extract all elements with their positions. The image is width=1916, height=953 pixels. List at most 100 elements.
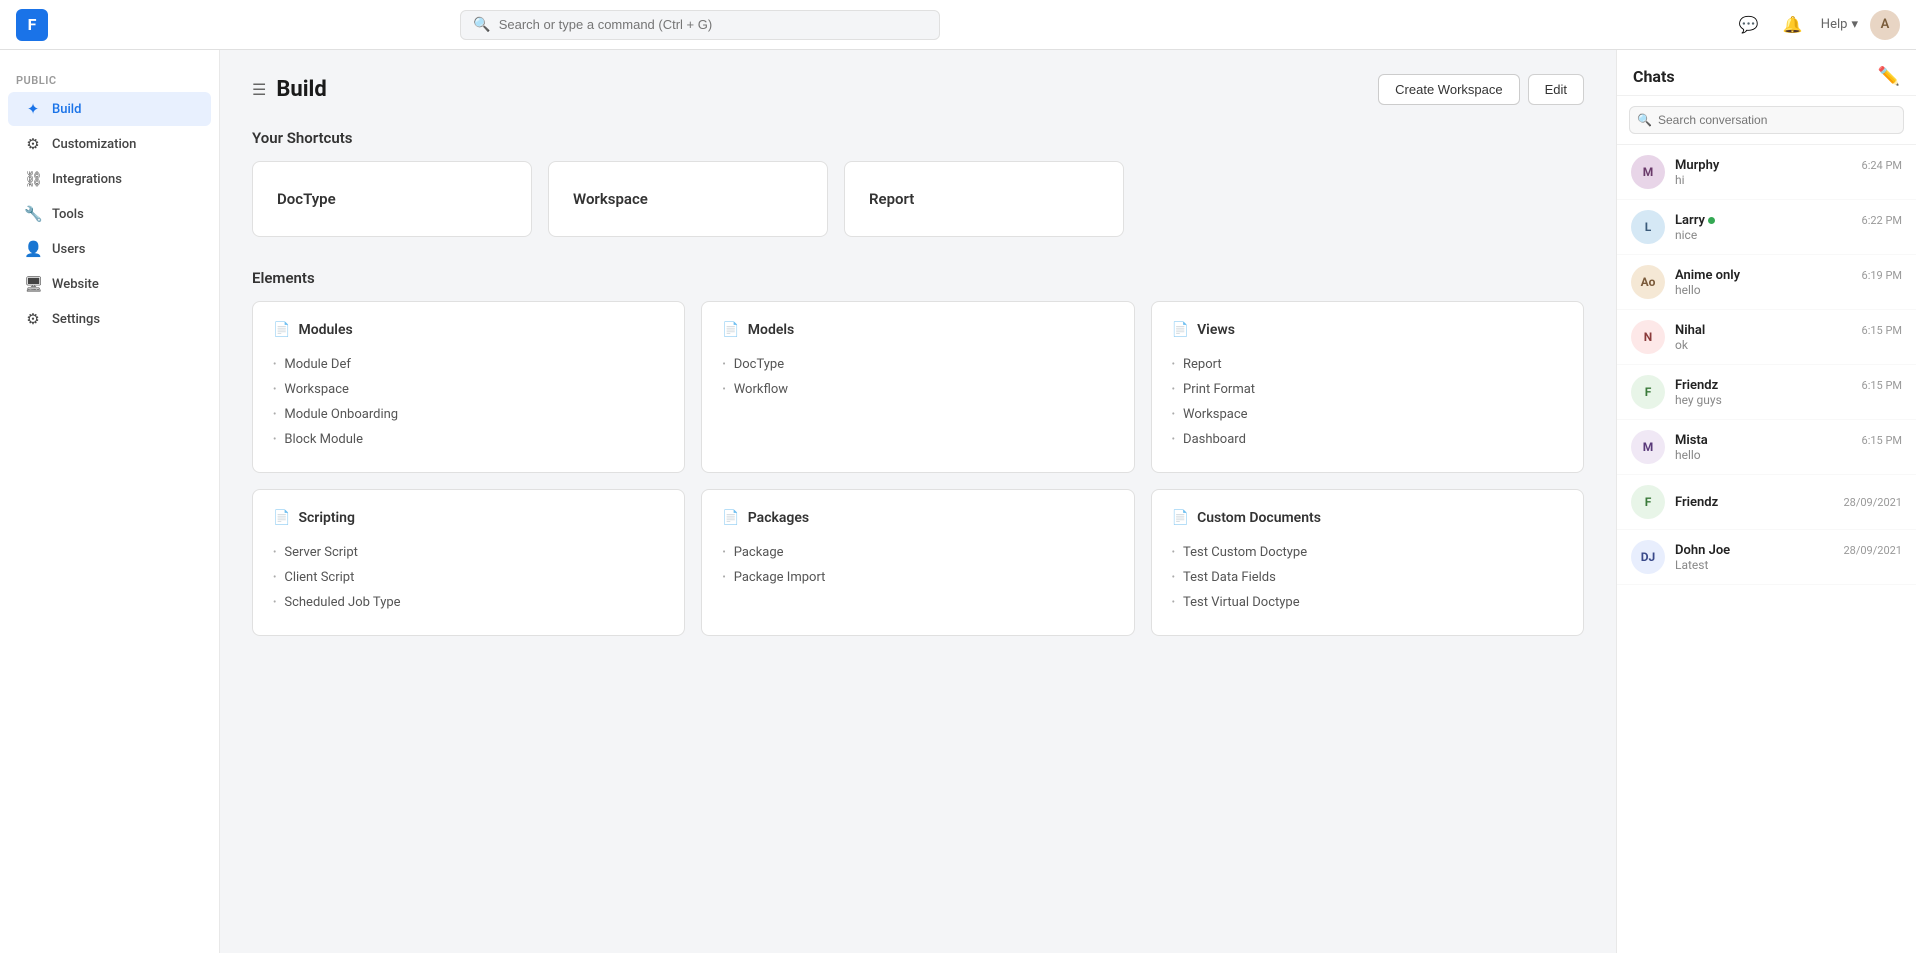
element-list-models: DocTypeWorkflow xyxy=(722,352,1113,402)
chats-search-input[interactable] xyxy=(1629,106,1904,134)
chat-time-friendz2: 28/09/2021 xyxy=(1843,496,1902,509)
chat-avatar-friendz1: F xyxy=(1631,375,1665,409)
settings-icon: ⚙ xyxy=(24,310,42,328)
sidebar-item-users[interactable]: 👤Users xyxy=(8,232,211,266)
chat-avatar-mista: M xyxy=(1631,430,1665,464)
chat-item-nihal[interactable]: NNihal6:15 PMok xyxy=(1617,310,1916,365)
chat-name-mista: Mista xyxy=(1675,433,1708,448)
list-item[interactable]: DocType xyxy=(722,352,1113,377)
search-bar[interactable]: 🔍 xyxy=(460,10,940,40)
element-icon-models: 📄 xyxy=(722,322,739,338)
chats-title: Chats xyxy=(1633,67,1675,86)
help-menu[interactable]: Help ▾ xyxy=(1821,17,1858,32)
new-chat-icon[interactable]: ✏️ xyxy=(1878,66,1900,87)
chats-search-wrap: 🔍 xyxy=(1629,106,1904,134)
chat-item-anime-only[interactable]: AoAnime only6:19 PMhello xyxy=(1617,255,1916,310)
list-item[interactable]: Workspace xyxy=(273,377,664,402)
sidebar-label-build: Build xyxy=(52,102,81,117)
chat-time-nihal: 6:15 PM xyxy=(1862,324,1902,337)
chat-item-larry[interactable]: LLarry6:22 PMnice xyxy=(1617,200,1916,255)
list-item[interactable]: Print Format xyxy=(1172,377,1563,402)
list-item[interactable]: Package Import xyxy=(722,565,1113,590)
comment-icon[interactable]: 💬 xyxy=(1733,9,1765,41)
sidebar-item-customization[interactable]: ⚙Customization xyxy=(8,127,211,161)
chat-name-anime-only: Anime only xyxy=(1675,268,1740,283)
chat-info-dohn-joe: Dohn Joe28/09/2021Latest xyxy=(1675,543,1902,572)
search-input[interactable] xyxy=(499,17,928,32)
list-item[interactable]: Test Data Fields xyxy=(1172,565,1563,590)
list-item[interactable]: Workflow xyxy=(722,377,1113,402)
element-icon-packages: 📄 xyxy=(722,510,739,526)
sidebar-item-build[interactable]: ✦Build xyxy=(8,92,211,126)
sidebar-item-integrations[interactable]: ⛓Integrations xyxy=(8,162,211,196)
customization-icon: ⚙ xyxy=(24,135,42,153)
layout: PUBLIC ✦Build⚙Customization⛓Integrations… xyxy=(0,50,1916,953)
list-item[interactable]: Module Def xyxy=(273,352,664,377)
list-item[interactable]: Client Script xyxy=(273,565,664,590)
list-item[interactable]: Server Script xyxy=(273,540,664,565)
chat-name-friendz2: Friendz xyxy=(1675,495,1718,510)
list-item[interactable]: Package xyxy=(722,540,1113,565)
list-item[interactable]: Test Custom Doctype xyxy=(1172,540,1563,565)
page-title: Build xyxy=(276,77,326,102)
shortcut-card-workspace[interactable]: Workspace xyxy=(548,161,828,237)
notification-icon[interactable]: 🔔 xyxy=(1777,9,1809,41)
chat-info-nihal: Nihal6:15 PMok xyxy=(1675,323,1902,352)
app-logo[interactable]: F xyxy=(16,9,48,41)
element-list-scripting: Server ScriptClient ScriptScheduled Job … xyxy=(273,540,664,615)
website-icon: 🖥 xyxy=(24,275,42,293)
chat-preview-nihal: ok xyxy=(1675,338,1902,352)
chevron-down-icon: ▾ xyxy=(1851,17,1858,32)
main-content: ☰ Build Create Workspace Edit Your Short… xyxy=(220,50,1616,953)
chat-list: MMurphy6:24 PMhiLLarry6:22 PMniceAoAnime… xyxy=(1617,145,1916,953)
user-avatar[interactable]: A xyxy=(1870,10,1900,40)
sidebar-item-tools[interactable]: 🔧 Tools xyxy=(8,197,211,231)
online-indicator-larry xyxy=(1708,217,1715,224)
element-card-models: 📄ModelsDocTypeWorkflow xyxy=(701,301,1134,473)
chat-item-friendz2[interactable]: FFriendz28/09/2021 xyxy=(1617,475,1916,530)
edit-button[interactable]: Edit xyxy=(1528,74,1584,105)
help-label: Help xyxy=(1821,17,1848,32)
chat-time-larry: 6:22 PM xyxy=(1862,214,1902,227)
chat-name-friendz1: Friendz xyxy=(1675,378,1718,393)
element-title-custom-documents: Custom Documents xyxy=(1197,510,1321,526)
chat-item-mista[interactable]: MMista6:15 PMhello xyxy=(1617,420,1916,475)
chat-preview-mista: hello xyxy=(1675,448,1902,462)
sidebar-item-settings[interactable]: ⚙ Settings xyxy=(8,302,211,336)
shortcuts-section-title: Your Shortcuts xyxy=(252,129,1584,147)
sidebar-label-settings: Settings xyxy=(52,312,100,327)
hamburger-icon[interactable]: ☰ xyxy=(252,80,266,99)
element-list-modules: Module DefWorkspaceModule OnboardingBloc… xyxy=(273,352,664,452)
chat-time-friendz1: 6:15 PM xyxy=(1862,379,1902,392)
list-item[interactable]: Test Virtual Doctype xyxy=(1172,590,1563,615)
chats-panel: Chats ✏️ 🔍 MMurphy6:24 PMhiLLarry6:22 PM… xyxy=(1616,50,1916,953)
list-item[interactable]: Block Module xyxy=(273,427,664,452)
topnav-right: 💬 🔔 Help ▾ A xyxy=(1733,9,1900,41)
shortcut-card-report[interactable]: Report xyxy=(844,161,1124,237)
chat-info-friendz2: Friendz 28/09/2021 xyxy=(1675,495,1902,510)
chat-item-dohn-joe[interactable]: DJDohn Joe28/09/2021Latest xyxy=(1617,530,1916,585)
list-item[interactable]: Scheduled Job Type xyxy=(273,590,664,615)
chat-preview-friendz1: hey guys xyxy=(1675,393,1902,407)
tools-icon: 🔧 xyxy=(24,205,42,223)
element-title-modules: Modules xyxy=(298,322,352,338)
integrations-icon: ⛓ xyxy=(24,170,42,188)
element-card-title-views: 📄Views xyxy=(1172,322,1563,338)
list-item[interactable]: Dashboard xyxy=(1172,427,1563,452)
element-title-views: Views xyxy=(1197,322,1235,338)
sidebar-item-website[interactable]: 🖥Website xyxy=(8,267,211,301)
list-item[interactable]: Report xyxy=(1172,352,1563,377)
element-card-title-custom-documents: 📄Custom Documents xyxy=(1172,510,1563,526)
page-actions: Create Workspace Edit xyxy=(1378,74,1584,105)
create-workspace-button[interactable]: Create Workspace xyxy=(1378,74,1519,105)
chat-item-friendz1[interactable]: F Friendz 6:15 PMhey guys xyxy=(1617,365,1916,420)
chat-item-murphy[interactable]: MMurphy6:24 PMhi xyxy=(1617,145,1916,200)
chat-name-dohn-joe: Dohn Joe xyxy=(1675,543,1730,558)
elements-section-title: Elements xyxy=(252,269,1584,287)
chat-avatar-larry: L xyxy=(1631,210,1665,244)
list-item[interactable]: Workspace xyxy=(1172,402,1563,427)
element-icon-scripting: 📄 xyxy=(273,510,290,526)
shortcut-card-doctype[interactable]: DocType xyxy=(252,161,532,237)
sidebar-label-tools: Tools xyxy=(52,207,84,222)
list-item[interactable]: Module Onboarding xyxy=(273,402,664,427)
